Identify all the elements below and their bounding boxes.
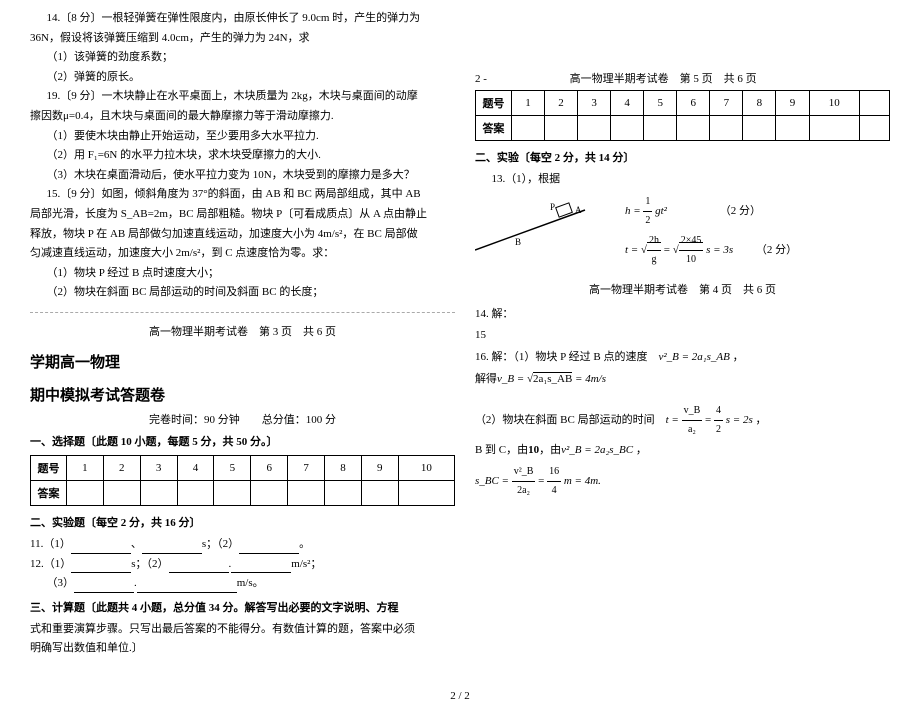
sol-14: 14. 解： [475,305,890,325]
answer-table-right: 题号 12345 678910 答案 [475,90,890,141]
sol-16-vb: 解得v_B = √2a₁s_AB = 4m/s [475,370,890,390]
problem-19-q2: （2）用 F₁=6N 的水平力拉木块，求木块受摩擦力的大小. [30,147,455,165]
section3-heading: 三、计算题〔此题共 4 小题，总分值 34 分。解答写出必要的文字说明、方程 [30,599,455,615]
title-exam: 期中模拟考试答题卷 [30,384,455,405]
incline-diagram: A P B [475,195,595,258]
problem-14-q2: （2）弹簧的原长。 [30,69,455,87]
problem-19-header: 19.〔9 分〕一木块静止在水平桌面上，木块质量为 2kg，木块与桌面间的动摩 [30,88,455,106]
section3-line2: 式和重要演算步骤。只写出最后答案的不能得分。有数值计算的题，答案中必须 [30,621,455,639]
svg-text:P: P [550,202,555,212]
exam-info: 完卷时间：90 分钟 总分值：100 分 [30,411,455,427]
problem-15-q2: （2）物块在斜面 BC 局部运动的时间及斜面 BC 的长度； [30,284,455,302]
problem-14-q1: （1）该弹簧的劲度系数； [30,49,455,67]
minus2-note: 2 - 高一物理半期考试卷 第 5 页 共 6 页 [475,70,890,86]
section2-heading: 二、实验题〔每空 2 分，共 16 分〕 [30,514,455,530]
problem-15-line3: 释放，物块 P 在 AB 局部做匀加速直线运动，加速度大小为 4m/s²，在 B… [30,226,455,244]
svg-text:B: B [515,237,521,247]
sol-16-sbc: s_BC = v²_B2a₂ = 164 m = 4m. [475,463,890,500]
section2r-heading: 二、实验〔每空 2 分，共 14 分〕 [475,149,890,165]
problem-15-q1: （1）物块 P 经过 B 点时速度大小； [30,265,455,283]
table-row: 答案 [31,480,455,505]
problem-14-line2: 36N，假设将该弹簧压缩到 4.0cm，产生的弹力为 24N，求 [30,30,455,48]
table-row: 答案 [475,116,889,141]
problem-15-line2: 局部光滑，长度为 S_AB=2m，BC 局部粗糙。物块 P〔可看成质点〕从 A … [30,206,455,224]
fill-11: 11.（1）、s；（2）。 [30,536,455,554]
fill-12: 12.（1）s；（2）.m/s²； [30,556,455,574]
problem-19-line2: 擦因数μ=0.4，且木块与桌面间的最大静摩擦力等于滑动摩擦力. [30,108,455,126]
problem-19-q3: （3）木块在桌面滑动后，使水平拉力变为 10N，木块受到的摩擦力是多大？ [30,167,455,185]
page3-header: 高一物理半期考试卷 第 3 页 共 6 页 [30,323,455,339]
problem-14-header: 14.〔8 分〕一根轻弹簧在弹性限度内，由原长伸长了 9.0cm 时，产生的弹力… [30,10,455,28]
problem-19-q1: （1）要使木块由静止开始运动，至少要用多大水平拉力. [30,128,455,146]
formula-t: t = √2hg = √2×4510 s = 3s （2 分） [625,232,797,269]
sol-15: 15 [475,326,890,346]
svg-text:A: A [575,205,582,215]
table-row: 题号 12345 678910 [475,91,889,116]
page-number: 2 / 2 [30,690,890,702]
section1-heading: 一、选择题〔此题 10 小题，每题 5 分，共 50 分。〕 [30,433,455,449]
sol-16-bc: B 到 C，由10，由v²_B = 2a₂s_BC ， [475,441,890,461]
problem-15-header: 15.〔9 分〕如图，倾斜角度为 37°的斜面，由 AB 和 BC 两局部组成，… [30,186,455,204]
fill-12-3: （3）.m/s。 [30,575,455,593]
sol-16-2: （2）物块在斜面 BC 局部运动的时间 t = v_Ba₂ = 42 s = 2… [475,402,890,439]
formula-h: h = 12 gt² （2 分） [625,193,797,230]
sol-16-1: 16. 解：（1）物块 P 经过 B 点的速度 v²_B = 2a₁s_AB ， [475,348,890,368]
table-row: 题号 12345 678910 [31,455,455,480]
title-semester: 学期高一物理 [30,351,455,372]
q13-text: 13.（1），根据 [475,171,890,189]
problem-15-line4: 匀减速直线运动，加速度大小 2m/s²，到 C 点速度恰为零。求： [30,245,455,263]
page4-header: 高一物理半期考试卷 第 4 页 共 6 页 [475,281,890,297]
answer-table-left: 题号 12345 678910 答案 [30,455,455,506]
section3-line3: 明确写出数值和单位.〕 [30,640,455,658]
